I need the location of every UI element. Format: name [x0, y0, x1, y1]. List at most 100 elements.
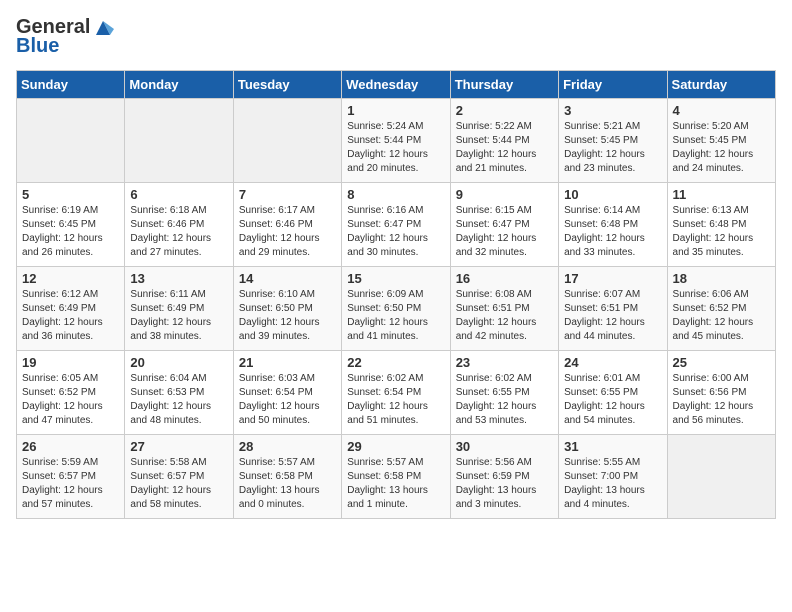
day-info: Sunrise: 5:59 AM Sunset: 6:57 PM Dayligh…: [22, 456, 119, 512]
logo: General Blue: [16, 16, 114, 58]
day-info: Sunrise: 6:16 AM Sunset: 6:47 PM Dayligh…: [347, 204, 444, 260]
calendar-cell: 28Sunrise: 5:57 AM Sunset: 6:58 PM Dayli…: [233, 435, 341, 519]
day-number: 10: [564, 187, 661, 202]
day-info: Sunrise: 6:18 AM Sunset: 6:46 PM Dayligh…: [130, 204, 227, 260]
day-number: 3: [564, 103, 661, 118]
day-info: Sunrise: 5:22 AM Sunset: 5:44 PM Dayligh…: [456, 120, 553, 176]
day-number: 31: [564, 439, 661, 454]
day-info: Sunrise: 6:08 AM Sunset: 6:51 PM Dayligh…: [456, 288, 553, 344]
day-info: Sunrise: 5:57 AM Sunset: 6:58 PM Dayligh…: [347, 456, 444, 512]
week-row-3: 19 Sunrise: 6:05 AM Sunset: 6:52 PM Dayli…: [17, 351, 776, 435]
day-number: 8: [347, 187, 444, 202]
day-info: Sunrise: 6:11 AM Sunset: 6:49 PM Dayligh…: [130, 288, 227, 344]
calendar-cell: 27 Sunrise: 5:58 AM Sunset: 6:57 PM Dayli…: [125, 435, 233, 519]
day-number: 15: [347, 271, 444, 286]
calendar-cell: 8 Sunrise: 6:16 AM Sunset: 6:47 PM Daylig…: [342, 183, 450, 267]
day-number: 11: [673, 187, 770, 202]
day-info: Sunrise: 5:58 AM Sunset: 6:57 PM Dayligh…: [130, 456, 227, 512]
day-number: 23: [456, 355, 553, 370]
day-info: Sunrise: 6:13 AM Sunset: 6:48 PM Dayligh…: [673, 204, 770, 260]
day-info: Sunrise: 5:56 AM Sunset: 6:59 PM Dayligh…: [456, 456, 553, 512]
header-monday: Monday: [125, 71, 233, 99]
day-number: 18: [673, 271, 770, 286]
day-number: 7: [239, 187, 336, 202]
calendar-cell: 24Sunrise: 6:01 AM Sunset: 6:55 PM Dayli…: [559, 351, 667, 435]
calendar-cell: [125, 99, 233, 183]
calendar-cell: 19 Sunrise: 6:05 AM Sunset: 6:52 PM Dayli…: [17, 351, 125, 435]
day-number: 28: [239, 439, 336, 454]
calendar-cell: 11 Sunrise: 6:13 AM Sunset: 6:48 PM Dayli…: [667, 183, 775, 267]
calendar-cell: 2 Sunrise: 5:22 AM Sunset: 5:44 PM Daylig…: [450, 99, 558, 183]
calendar-cell: 31 Sunrise: 5:55 AM Sunset: 7:00 PM Dayli…: [559, 435, 667, 519]
calendar-body: 1 Sunrise: 5:24 AM Sunset: 5:44 PM Daylig…: [17, 99, 776, 519]
day-number: 1: [347, 103, 444, 118]
week-row-0: 1 Sunrise: 5:24 AM Sunset: 5:44 PM Daylig…: [17, 99, 776, 183]
calendar-table: SundayMondayTuesdayWednesdayThursdayFrid…: [16, 70, 776, 519]
calendar-cell: 30 Sunrise: 5:56 AM Sunset: 6:59 PM Dayli…: [450, 435, 558, 519]
day-info: Sunrise: 6:07 AM Sunset: 6:51 PM Dayligh…: [564, 288, 661, 344]
day-info: Sunrise: 6:01 AM Sunset: 6:55 PM Dayligh…: [564, 372, 661, 428]
day-info: Sunrise: 6:05 AM Sunset: 6:52 PM Dayligh…: [22, 372, 119, 428]
day-info: Sunrise: 6:14 AM Sunset: 6:48 PM Dayligh…: [564, 204, 661, 260]
day-info: Sunrise: 6:12 AM Sunset: 6:49 PM Dayligh…: [22, 288, 119, 344]
day-number: 26: [22, 439, 119, 454]
header-friday: Friday: [559, 71, 667, 99]
calendar-header-row: SundayMondayTuesdayWednesdayThursdayFrid…: [17, 71, 776, 99]
week-row-4: 26 Sunrise: 5:59 AM Sunset: 6:57 PM Dayli…: [17, 435, 776, 519]
day-number: 16: [456, 271, 553, 286]
calendar-cell: 22 Sunrise: 6:02 AM Sunset: 6:54 PM Dayli…: [342, 351, 450, 435]
header-tuesday: Tuesday: [233, 71, 341, 99]
calendar-cell: 14 Sunrise: 6:10 AM Sunset: 6:50 PM Dayli…: [233, 267, 341, 351]
calendar-cell: 3 Sunrise: 5:21 AM Sunset: 5:45 PM Daylig…: [559, 99, 667, 183]
header-sunday: Sunday: [17, 71, 125, 99]
calendar-cell: [667, 435, 775, 519]
day-info: Sunrise: 5:20 AM Sunset: 5:45 PM Dayligh…: [673, 120, 770, 176]
day-number: 19: [22, 355, 119, 370]
header-thursday: Thursday: [450, 71, 558, 99]
calendar-cell: 17 Sunrise: 6:07 AM Sunset: 6:51 PM Dayli…: [559, 267, 667, 351]
day-number: 9: [456, 187, 553, 202]
calendar-cell: [17, 99, 125, 183]
day-number: 20: [130, 355, 227, 370]
calendar-cell: 5 Sunrise: 6:19 AM Sunset: 6:45 PM Daylig…: [17, 183, 125, 267]
day-info: Sunrise: 6:00 AM Sunset: 6:56 PM Dayligh…: [673, 372, 770, 428]
day-number: 25: [673, 355, 770, 370]
day-info: Sunrise: 5:21 AM Sunset: 5:45 PM Dayligh…: [564, 120, 661, 176]
day-number: 2: [456, 103, 553, 118]
day-number: 27: [130, 439, 227, 454]
week-row-1: 5 Sunrise: 6:19 AM Sunset: 6:45 PM Daylig…: [17, 183, 776, 267]
day-info: Sunrise: 5:24 AM Sunset: 5:44 PM Dayligh…: [347, 120, 444, 176]
day-number: 4: [673, 103, 770, 118]
day-info: Sunrise: 6:15 AM Sunset: 6:47 PM Dayligh…: [456, 204, 553, 260]
calendar-cell: 6 Sunrise: 6:18 AM Sunset: 6:46 PM Daylig…: [125, 183, 233, 267]
calendar-cell: 29Sunrise: 5:57 AM Sunset: 6:58 PM Dayli…: [342, 435, 450, 519]
day-info: Sunrise: 6:04 AM Sunset: 6:53 PM Dayligh…: [130, 372, 227, 428]
day-info: Sunrise: 6:19 AM Sunset: 6:45 PM Dayligh…: [22, 204, 119, 260]
calendar-cell: 10 Sunrise: 6:14 AM Sunset: 6:48 PM Dayli…: [559, 183, 667, 267]
day-number: 14: [239, 271, 336, 286]
logo-blue-text: Blue: [16, 35, 59, 58]
calendar-cell: 1 Sunrise: 5:24 AM Sunset: 5:44 PM Daylig…: [342, 99, 450, 183]
day-info: Sunrise: 6:17 AM Sunset: 6:46 PM Dayligh…: [239, 204, 336, 260]
logo-icon: [92, 17, 114, 39]
calendar-cell: 13Sunrise: 6:11 AM Sunset: 6:49 PM Dayli…: [125, 267, 233, 351]
calendar-cell: 16 Sunrise: 6:08 AM Sunset: 6:51 PM Dayli…: [450, 267, 558, 351]
day-info: Sunrise: 5:55 AM Sunset: 7:00 PM Dayligh…: [564, 456, 661, 512]
calendar-cell: 9 Sunrise: 6:15 AM Sunset: 6:47 PM Daylig…: [450, 183, 558, 267]
day-info: Sunrise: 6:10 AM Sunset: 6:50 PM Dayligh…: [239, 288, 336, 344]
page-header: General Blue: [16, 16, 776, 58]
week-row-2: 12Sunrise: 6:12 AM Sunset: 6:49 PM Dayli…: [17, 267, 776, 351]
day-info: Sunrise: 6:03 AM Sunset: 6:54 PM Dayligh…: [239, 372, 336, 428]
day-info: Sunrise: 6:02 AM Sunset: 6:55 PM Dayligh…: [456, 372, 553, 428]
day-number: 5: [22, 187, 119, 202]
header-saturday: Saturday: [667, 71, 775, 99]
day-number: 30: [456, 439, 553, 454]
day-number: 17: [564, 271, 661, 286]
day-number: 6: [130, 187, 227, 202]
day-info: Sunrise: 6:02 AM Sunset: 6:54 PM Dayligh…: [347, 372, 444, 428]
header-wednesday: Wednesday: [342, 71, 450, 99]
calendar-cell: 12Sunrise: 6:12 AM Sunset: 6:49 PM Dayli…: [17, 267, 125, 351]
calendar-cell: 7 Sunrise: 6:17 AM Sunset: 6:46 PM Daylig…: [233, 183, 341, 267]
calendar-cell: 21Sunrise: 6:03 AM Sunset: 6:54 PM Dayli…: [233, 351, 341, 435]
day-number: 22: [347, 355, 444, 370]
